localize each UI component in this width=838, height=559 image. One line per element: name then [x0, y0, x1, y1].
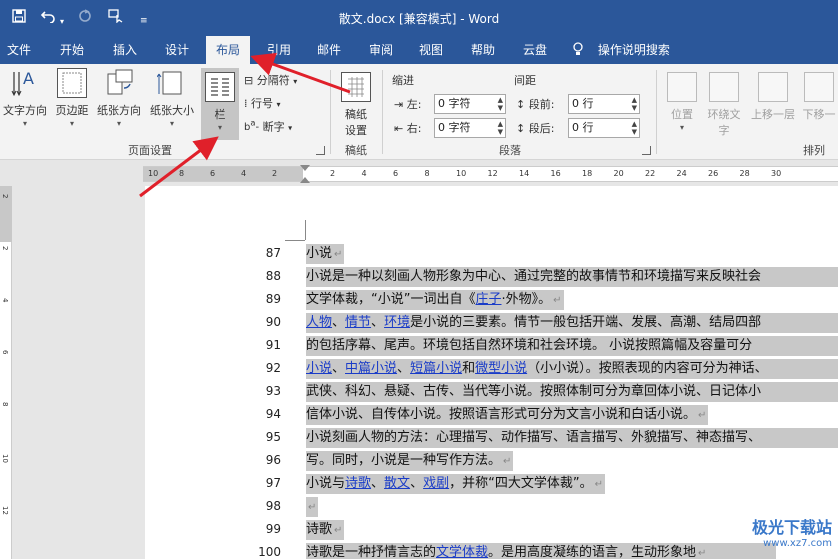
arrow-to-layout-tab [250, 52, 351, 94]
arrow-to-columns-button [139, 136, 219, 198]
annotation-arrows [139, 52, 351, 198]
